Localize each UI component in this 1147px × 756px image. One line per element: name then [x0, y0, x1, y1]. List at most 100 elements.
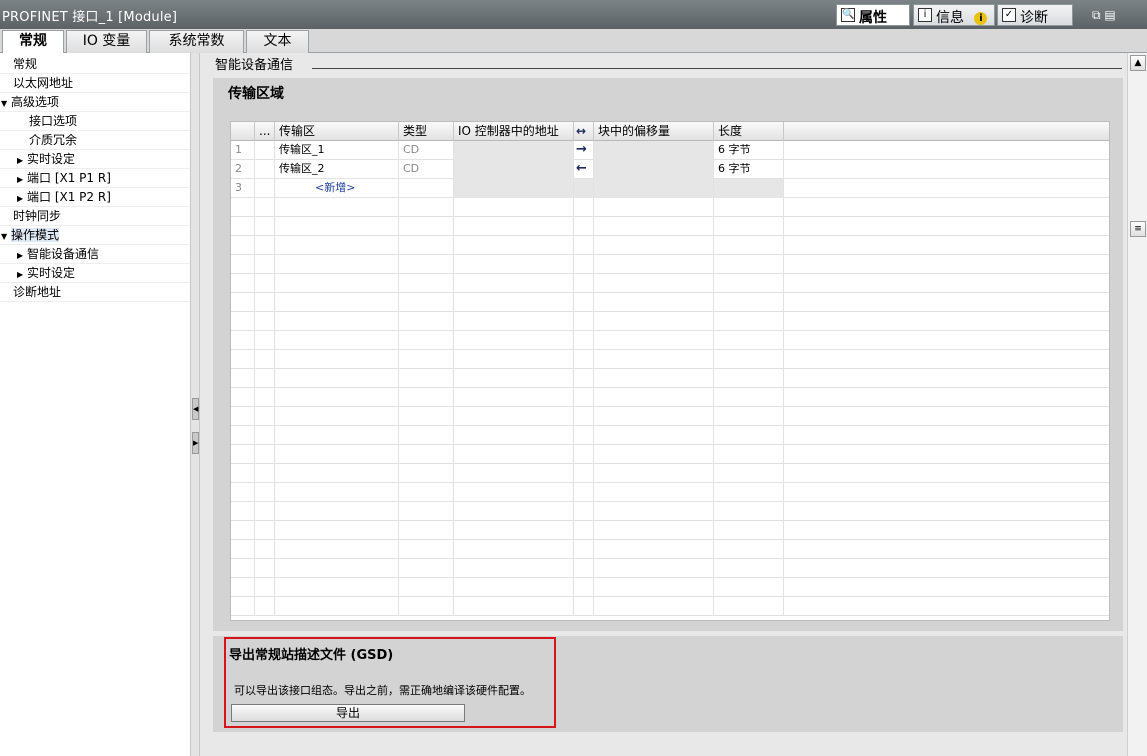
table-cell[interactable]	[784, 597, 1109, 616]
table-cell[interactable]	[275, 198, 399, 217]
sidebar-item-port-p1[interactable]: ▶ 端口 [X1 P1 R]	[0, 169, 190, 188]
table-cell[interactable]	[255, 198, 275, 217]
table-cell[interactable]	[714, 236, 784, 255]
table-row[interactable]	[231, 502, 1109, 521]
table-cell[interactable]	[714, 293, 784, 312]
row-number[interactable]	[231, 597, 255, 616]
table-cell[interactable]	[784, 464, 1109, 483]
row-number[interactable]	[231, 445, 255, 464]
table-cell[interactable]	[574, 350, 594, 369]
direction-cell[interactable]	[574, 179, 594, 198]
table-cell[interactable]	[255, 559, 275, 578]
table-cell[interactable]	[574, 597, 594, 616]
table-cell[interactable]	[574, 388, 594, 407]
table-cell[interactable]	[594, 369, 714, 388]
arrow-left-icon[interactable]: ←	[574, 160, 594, 179]
sidebar-item-media-redundancy[interactable]: 介质冗余	[0, 131, 190, 150]
tab-general[interactable]: 常规	[2, 30, 64, 54]
table-cell[interactable]	[275, 578, 399, 597]
table-cell[interactable]	[574, 483, 594, 502]
table-cell[interactable]	[454, 388, 574, 407]
table-cell[interactable]	[275, 445, 399, 464]
table-cell[interactable]	[714, 559, 784, 578]
table-cell[interactable]	[594, 331, 714, 350]
table-cell[interactable]	[255, 426, 275, 445]
table-row[interactable]: 3 <新增>	[231, 179, 1109, 198]
row-number[interactable]: 2	[231, 160, 255, 179]
table-cell[interactable]	[784, 369, 1109, 388]
table-cell[interactable]	[255, 502, 275, 521]
table-cell[interactable]	[784, 312, 1109, 331]
table-cell[interactable]	[255, 407, 275, 426]
sidebar-item-operating-mode[interactable]: ▼ 操作模式	[0, 226, 190, 245]
table-cell[interactable]	[594, 597, 714, 616]
offset-cell[interactable]	[594, 141, 714, 160]
table-cell[interactable]	[275, 407, 399, 426]
table-cell[interactable]	[275, 426, 399, 445]
table-cell[interactable]	[784, 502, 1109, 521]
table-cell[interactable]	[399, 236, 454, 255]
table-cell[interactable]	[714, 255, 784, 274]
column-header[interactable]: 长度	[714, 122, 784, 141]
table-cell[interactable]	[399, 388, 454, 407]
table-row[interactable]	[231, 369, 1109, 388]
table-cell[interactable]	[714, 274, 784, 293]
table-cell[interactable]	[714, 369, 784, 388]
table-cell[interactable]	[399, 331, 454, 350]
table-cell[interactable]	[714, 502, 784, 521]
table-cell[interactable]	[275, 483, 399, 502]
table-cell[interactable]	[784, 559, 1109, 578]
row-number[interactable]	[231, 388, 255, 407]
table-cell[interactable]	[574, 255, 594, 274]
row-number[interactable]	[231, 483, 255, 502]
table-cell[interactable]	[594, 274, 714, 293]
table-row[interactable]	[231, 236, 1109, 255]
table-row[interactable]	[231, 274, 1109, 293]
scroll-thumb[interactable]: ≡	[1130, 221, 1146, 237]
table-cell[interactable]	[255, 179, 275, 198]
tab-info[interactable]: i 信息 i	[913, 4, 995, 26]
table-cell[interactable]	[255, 578, 275, 597]
table-cell[interactable]	[714, 312, 784, 331]
table-cell[interactable]	[574, 521, 594, 540]
table-cell[interactable]	[784, 578, 1109, 597]
table-cell[interactable]	[574, 407, 594, 426]
arrow-right-icon[interactable]: →	[574, 141, 594, 160]
io-address-cell[interactable]	[454, 160, 574, 179]
type-cell[interactable]: CD	[399, 160, 454, 179]
table-cell[interactable]	[454, 255, 574, 274]
sidebar-item-interface-options[interactable]: 接口选项	[0, 112, 190, 131]
table-row[interactable]	[231, 445, 1109, 464]
table-cell[interactable]	[594, 217, 714, 236]
table-cell[interactable]	[454, 369, 574, 388]
table-cell[interactable]	[594, 407, 714, 426]
expand-right-icon[interactable]: ▶	[17, 189, 27, 208]
table-cell[interactable]	[399, 293, 454, 312]
tab-io-tags[interactable]: IO 变量	[66, 30, 147, 53]
table-cell[interactable]	[574, 198, 594, 217]
tab-system-constants[interactable]: 系统常数	[149, 30, 244, 53]
table-cell[interactable]	[714, 540, 784, 559]
table-cell[interactable]	[255, 369, 275, 388]
row-number[interactable]	[231, 407, 255, 426]
table-cell[interactable]	[255, 388, 275, 407]
table-cell[interactable]	[255, 274, 275, 293]
table-cell[interactable]	[454, 597, 574, 616]
row-number[interactable]	[231, 540, 255, 559]
table-cell[interactable]	[784, 388, 1109, 407]
table-cell[interactable]	[275, 502, 399, 521]
table-row[interactable]	[231, 407, 1109, 426]
table-row[interactable]	[231, 312, 1109, 331]
splitter[interactable]: ◀ ▶	[191, 53, 200, 756]
table-cell[interactable]	[275, 464, 399, 483]
table-row[interactable]	[231, 578, 1109, 597]
table-cell[interactable]	[784, 217, 1109, 236]
table-cell[interactable]	[275, 274, 399, 293]
table-cell[interactable]	[784, 274, 1109, 293]
tab-diagnostics[interactable]: ✓ 诊断	[997, 4, 1073, 26]
expand-right-icon[interactable]: ▶	[17, 151, 27, 170]
row-number[interactable]	[231, 426, 255, 445]
expand-right-icon[interactable]: ▶	[17, 265, 27, 284]
offset-cell[interactable]	[594, 160, 714, 179]
table-cell[interactable]	[594, 350, 714, 369]
